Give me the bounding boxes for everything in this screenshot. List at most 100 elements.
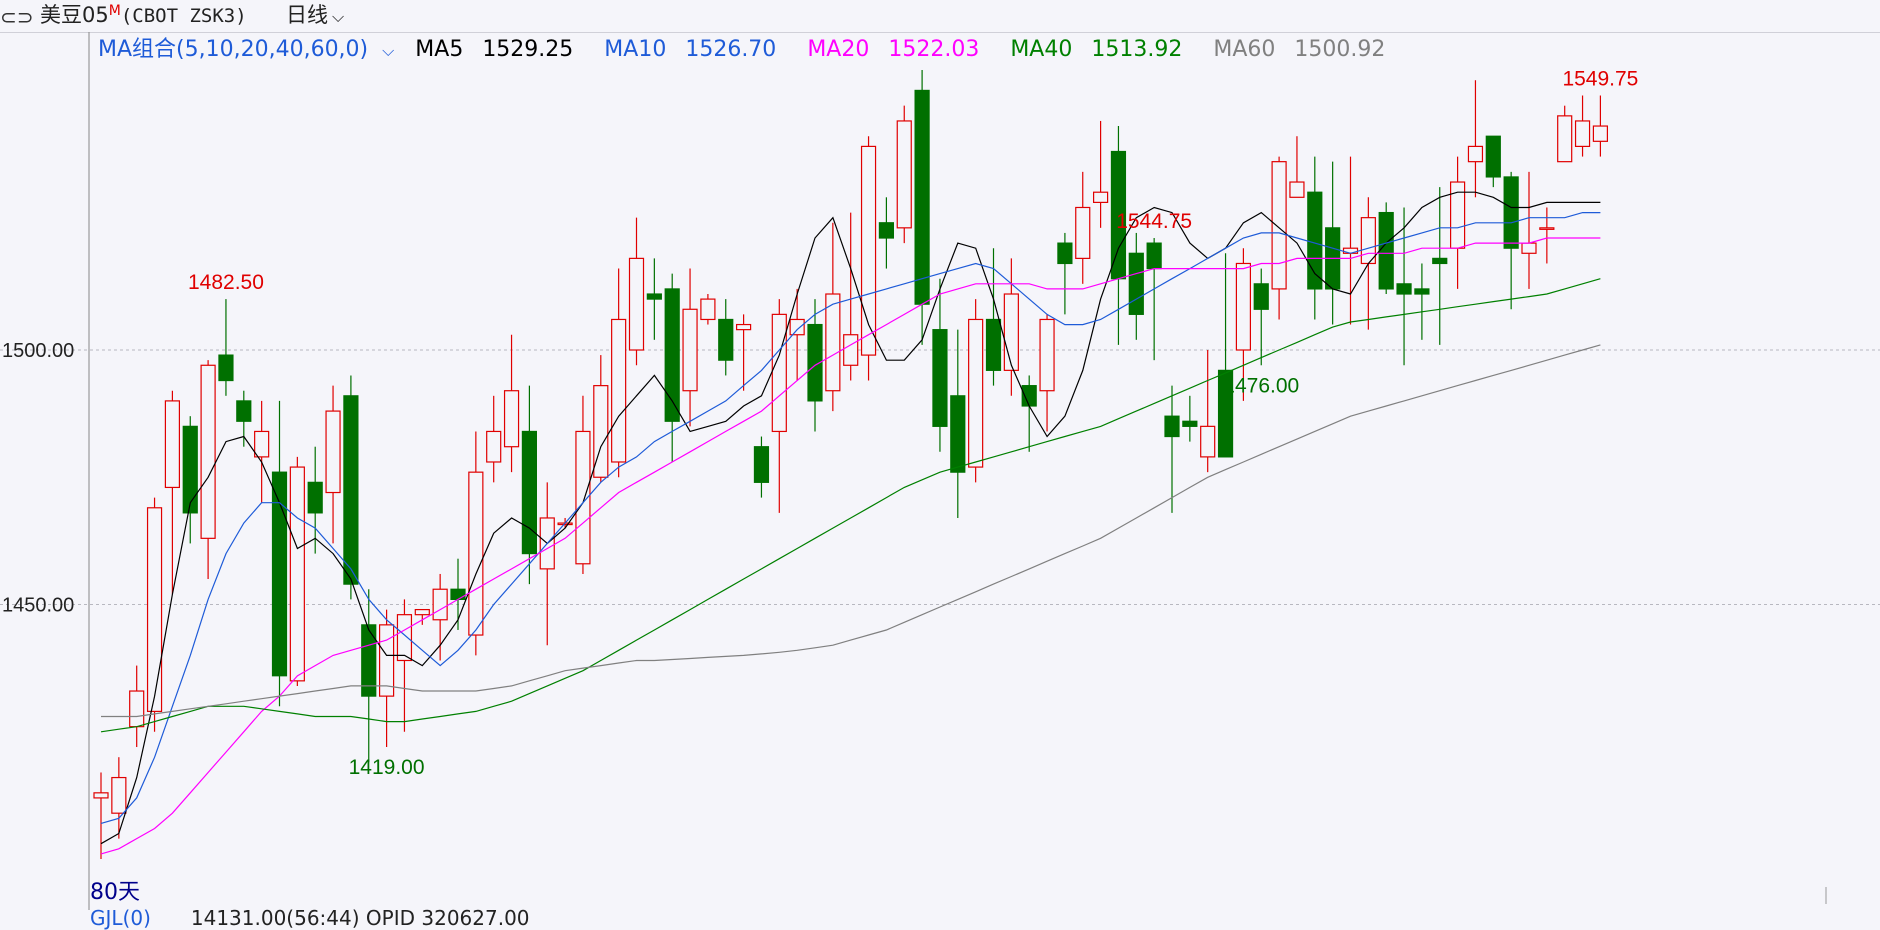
candlestick-chart[interactable]: 1500.00 1450.00 1482.50 1419.00 1544.75 1476… (0, 32, 1880, 910)
candle-body (164, 400, 180, 489)
candle-body (93, 792, 109, 799)
candle-61 (1182, 395, 1198, 442)
candle-12 (307, 446, 323, 554)
candle-70 (1342, 156, 1359, 325)
candle-body (950, 395, 966, 473)
candle-body (1235, 262, 1252, 351)
candle-56 (1092, 120, 1109, 228)
candle-body (343, 395, 359, 585)
candle-44 (878, 197, 895, 269)
candle-48 (950, 329, 966, 518)
candle-body (611, 318, 627, 463)
candle-body (1557, 115, 1573, 163)
symbol-title: 美豆05M(CBOT ZSK3) (40, 0, 247, 31)
candle-84 (1592, 95, 1609, 157)
candle-body (1271, 161, 1287, 290)
candle-7 (218, 299, 234, 396)
candle-4 (164, 390, 180, 595)
candle-body (1128, 252, 1144, 315)
candle-35 (718, 299, 734, 376)
candle-body (1414, 288, 1430, 295)
candle-58 (1128, 232, 1144, 340)
candle-body (789, 318, 805, 336)
candle-19 (432, 573, 448, 661)
candle-body (1378, 211, 1394, 290)
candle-body (1057, 242, 1073, 265)
candle-body (1360, 217, 1376, 265)
period-selector[interactable]: 日线 ⌵ (286, 0, 344, 32)
candle-24 (521, 385, 538, 585)
candle-1 (111, 757, 127, 839)
candle-27 (575, 395, 591, 574)
candle-body (914, 89, 930, 305)
candle-11 (289, 456, 305, 686)
candle-body (1467, 145, 1484, 163)
candle-53 (1039, 314, 1055, 432)
candle-42 (843, 212, 859, 381)
candle-body (414, 608, 430, 616)
candle-16 (379, 609, 395, 748)
price-annotation-high: 1549.75 (1562, 68, 1638, 91)
candle-31 (646, 258, 662, 340)
candle-body (1164, 415, 1180, 438)
candle-6 (200, 360, 216, 580)
candle-body (129, 690, 145, 728)
candle-body (1539, 227, 1555, 230)
candle-body (432, 588, 448, 621)
candle-body (843, 334, 859, 366)
candle-body (700, 298, 716, 321)
candle-36 (735, 314, 752, 391)
candle-80 (1521, 171, 1537, 289)
candle-body (1039, 318, 1055, 392)
candles-layer (93, 70, 1609, 859)
candle-body (289, 466, 305, 682)
candle-body (503, 390, 520, 448)
candle-body (200, 364, 216, 539)
period-label: 日线 (286, 3, 328, 27)
candle-34 (700, 294, 716, 325)
candle-25 (539, 482, 555, 646)
candle-82 (1557, 105, 1573, 163)
candle-body (486, 430, 502, 463)
candle-body (771, 313, 787, 433)
candle-74 (1414, 263, 1430, 340)
candle-body (1289, 181, 1305, 198)
indicator-name[interactable]: GJL(0) (90, 906, 151, 930)
candle-body (1003, 293, 1019, 371)
candle-45 (896, 105, 912, 244)
candle-body (236, 400, 252, 422)
volume-indicator-header: GJL(0) 14131.00(56:44) OPID 320627.00 (90, 906, 530, 930)
grid-layer: 1500.00 1450.00 (0, 32, 1880, 910)
candle-30 (628, 217, 645, 366)
link-icon[interactable]: ⊂⊃ (0, 2, 34, 32)
candle-75 (1432, 187, 1448, 345)
candle-69 (1325, 161, 1341, 325)
candle-body (878, 222, 895, 239)
candle-body (450, 588, 466, 601)
candle-body (468, 471, 484, 636)
candle-body (1307, 191, 1323, 290)
exchange-code: (CBOT ZSK3) (120, 5, 247, 27)
candle-83 (1574, 95, 1591, 157)
candle-37 (753, 436, 770, 498)
candle-41 (825, 222, 841, 412)
candle-body (1574, 120, 1591, 147)
candle-body (1396, 283, 1412, 295)
candle-43 (860, 136, 877, 381)
candle-17 (396, 599, 413, 732)
candle-54 (1057, 232, 1073, 315)
candle-79 (1503, 171, 1519, 310)
candle-body (1182, 420, 1198, 427)
candle-body (735, 323, 752, 331)
candle-77 (1467, 80, 1484, 198)
top-bar: ⊂⊃ 美豆05M(CBOT ZSK3) 日线 ⌵ (0, 0, 1880, 33)
candle-9 (254, 400, 270, 503)
candle-body (985, 318, 1002, 371)
price-annotation-high: 1482.50 (188, 271, 264, 294)
candle-body (968, 318, 984, 468)
candle-22 (486, 395, 502, 483)
y-tick-label-1500: 1500.00 (2, 340, 74, 362)
candle-2 (129, 665, 145, 748)
candle-66 (1271, 156, 1287, 320)
candle-body (1503, 176, 1519, 249)
